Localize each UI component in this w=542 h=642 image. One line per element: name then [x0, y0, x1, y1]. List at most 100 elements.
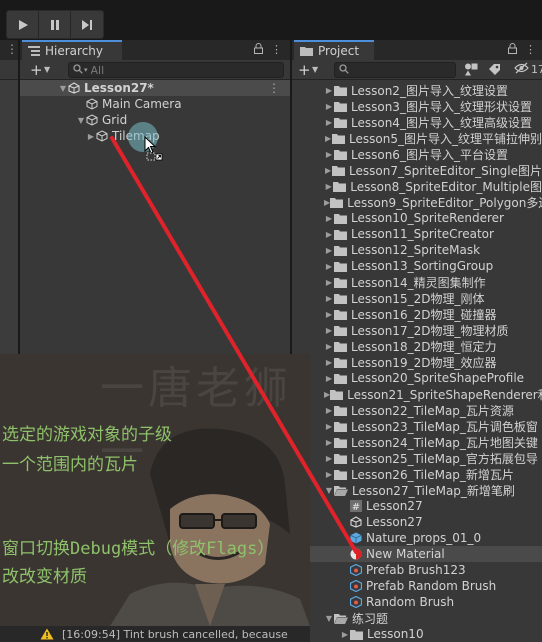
project-folder-row[interactable]: ▶ Lesson14_精灵图集制作 — [292, 274, 542, 290]
hierarchy-item-main-camera[interactable]: Main Camera — [20, 96, 290, 112]
collapse-arrow-icon[interactable]: ▶ — [324, 438, 334, 447]
hierarchy-search-field[interactable]: ▾ — [68, 62, 284, 78]
scene-row[interactable]: ▼ Lesson27* ⋮ — [20, 80, 290, 96]
expand-arrow-icon[interactable]: ▼ — [324, 486, 334, 495]
collapse-arrow-icon[interactable]: ▶ — [324, 278, 334, 287]
hierarchy-search-input[interactable] — [90, 63, 283, 77]
collapse-arrow-icon[interactable]: ▶ — [324, 294, 334, 303]
collapse-arrow-icon[interactable]: ▶ — [324, 454, 334, 463]
project-folder-row[interactable]: ▶ Lesson15_2D物理_刚体 — [292, 290, 542, 306]
project-folder-row-open[interactable]: ▼ 练习题 — [292, 610, 542, 626]
project-folder-row[interactable]: ▶ Lesson25_TileMap_官方拓展包导 — [292, 450, 542, 466]
collapse-arrow-icon[interactable]: ▶ — [324, 470, 334, 479]
expand-arrow-icon[interactable]: ▼ — [76, 116, 86, 125]
more-options-icon[interactable]: ⋮ — [525, 43, 536, 57]
project-item-label: Lesson14_精灵图集制作 — [351, 275, 486, 290]
project-search-field[interactable] — [334, 62, 456, 78]
collapse-arrow-icon[interactable]: ▶ — [324, 342, 334, 351]
filter-by-label-icon[interactable] — [488, 63, 501, 79]
project-item-label: Lesson4_图片导入_纹理高级设置 — [351, 115, 532, 130]
project-asset-row[interactable]: Nature_props_01_0 — [292, 530, 542, 546]
collapse-arrow-icon[interactable]: ▶ — [340, 630, 350, 639]
collapse-arrow-icon[interactable]: ▶ — [324, 134, 332, 143]
tab-project[interactable]: Project — [294, 40, 374, 60]
project-folder-row[interactable]: ▶ Lesson9_SpriteEditor_Polygon多边 — [292, 194, 542, 210]
pause-button[interactable] — [39, 11, 71, 38]
project-folder-row[interactable]: ▶ Lesson18_2D物理_恒定力 — [292, 338, 542, 354]
project-folder-row[interactable]: ▶ Lesson23_TileMap_瓦片调色板窗 — [292, 418, 542, 434]
brush-asset-icon — [350, 596, 362, 608]
gameobject-icon — [86, 98, 98, 110]
console-status-bar[interactable]: [16:09:54] Tint brush cancelled, because — [0, 626, 310, 642]
project-folder-row[interactable]: ▶ Lesson21_SpriteShapeRenderer和 — [292, 386, 542, 402]
project-tab-controls: ⋮ — [508, 43, 536, 57]
project-folder-row[interactable]: ▶ Lesson4_图片导入_纹理高级设置 — [292, 114, 542, 130]
more-options-icon[interactable]: ⋮ — [6, 42, 18, 56]
lock-icon[interactable] — [508, 43, 517, 57]
collapse-arrow-icon[interactable]: ▶ — [324, 118, 334, 127]
chevron-down-icon[interactable]: ▼ — [44, 65, 50, 74]
expand-arrow-icon[interactable]: ▼ — [324, 614, 334, 623]
hidden-packages-toggle[interactable]: 17 — [514, 62, 542, 77]
project-folder-row[interactable]: ▶ Lesson3_图片导入_纹理形状设置 — [292, 98, 542, 114]
lock-icon[interactable] — [254, 43, 263, 57]
project-folder-row[interactable]: ▶ Lesson16_2D物理_碰撞器 — [292, 306, 542, 322]
collapse-arrow-icon[interactable]: ▶ — [324, 230, 334, 239]
script-icon: # — [350, 500, 362, 512]
chevron-down-icon[interactable]: ▼ — [312, 65, 318, 74]
project-folder-row[interactable]: ▶ Lesson26_TileMap_新增瓦片 — [292, 466, 542, 482]
collapse-arrow-icon[interactable]: ▶ — [324, 262, 334, 271]
collapse-arrow-icon[interactable]: ▶ — [324, 150, 334, 159]
project-item-label: Lesson23_TileMap_瓦片调色板窗 — [351, 419, 538, 434]
project-asset-row[interactable]: New Material — [292, 546, 542, 562]
project-folder-row-open[interactable]: ▼ Lesson27_TileMap_新增笔刷 — [292, 482, 542, 498]
project-folder-row[interactable]: ▶ Lesson8_SpriteEditor_Multiple图 — [292, 178, 542, 194]
collapse-arrow-icon[interactable]: ▶ — [324, 374, 334, 383]
project-asset-row[interactable]: Prefab Random Brush — [292, 578, 542, 594]
project-folder-row[interactable]: ▶ Lesson7_SpriteEditor_Single图片 — [292, 162, 542, 178]
collapse-arrow-icon[interactable]: ▶ — [324, 214, 334, 223]
expand-arrow-icon[interactable]: ▼ — [58, 84, 68, 93]
project-asset-row[interactable]: Lesson27 — [292, 514, 542, 530]
project-folder-row[interactable]: ▶ Lesson22_TileMap_瓦片资源 — [292, 402, 542, 418]
project-folder-row[interactable]: ▶ Lesson12_SpriteMask — [292, 242, 542, 258]
hierarchy-item-grid[interactable]: ▼ Grid — [20, 112, 290, 128]
project-folder-row[interactable]: ▶ Lesson2_图片导入_纹理设置 — [292, 82, 542, 98]
collapse-arrow-icon[interactable]: ▶ — [324, 86, 334, 95]
collapse-arrow-icon[interactable]: ▶ — [86, 132, 96, 141]
collapse-arrow-icon[interactable]: ▶ — [324, 326, 334, 335]
project-folder-row[interactable]: ▶ Lesson11_SpriteCreator — [292, 226, 542, 242]
collapse-arrow-icon[interactable]: ▶ — [324, 182, 333, 191]
project-folder-row[interactable]: ▶ Lesson17_2D物理_物理材质 — [292, 322, 542, 338]
project-asset-row[interactable]: # Lesson27 — [292, 498, 542, 514]
project-folder-row[interactable]: ▶ Lesson19_2D物理_效应器 — [292, 354, 542, 370]
project-asset-row[interactable]: Prefab Brush123 — [292, 562, 542, 578]
project-tab-label: Project — [318, 44, 360, 58]
collapse-arrow-icon[interactable]: ▶ — [324, 310, 334, 319]
project-asset-row[interactable]: Random Brush — [292, 594, 542, 610]
collapse-arrow-icon[interactable]: ▶ — [324, 358, 334, 367]
project-folder-row[interactable]: ▶ Lesson6_图片导入_平台设置 — [292, 146, 542, 162]
create-button[interactable]: + — [298, 61, 311, 79]
project-folder-row[interactable]: ▶ Lesson10_SpriteRenderer — [292, 210, 542, 226]
collapse-arrow-icon[interactable]: ▶ — [324, 166, 332, 175]
project-folder-row[interactable]: ▶ Lesson24_TileMap_瓦片地图关键 — [292, 434, 542, 450]
create-button[interactable]: + — [30, 61, 43, 79]
filter-by-type-icon[interactable] — [464, 63, 478, 79]
collapse-arrow-icon[interactable]: ▶ — [324, 422, 334, 431]
collapse-arrow-icon[interactable]: ▶ — [324, 102, 334, 111]
project-folder-row[interactable]: ▶ Lesson13_SortingGroup — [292, 258, 542, 274]
drag-cursor-icon — [144, 135, 168, 165]
collapse-arrow-icon[interactable]: ▶ — [324, 406, 334, 415]
left-panel-toolbar — [0, 60, 18, 80]
more-options-icon[interactable]: ⋮ — [271, 43, 282, 57]
more-options-icon[interactable]: ⋮ — [268, 81, 280, 95]
tab-hierarchy[interactable]: Hierarchy — [22, 40, 122, 60]
project-search-input[interactable] — [352, 63, 455, 77]
collapse-arrow-icon[interactable]: ▶ — [324, 246, 334, 255]
project-folder-row[interactable]: ▶ Lesson5_图片导入_纹理平铺拉伸别 — [292, 130, 542, 146]
project-folder-row[interactable]: ▶ Lesson20_SpriteShapeProfile — [292, 370, 542, 386]
project-folder-row[interactable]: ▶ Lesson10 — [292, 626, 542, 642]
play-button[interactable] — [7, 11, 39, 38]
step-button[interactable] — [71, 11, 103, 38]
